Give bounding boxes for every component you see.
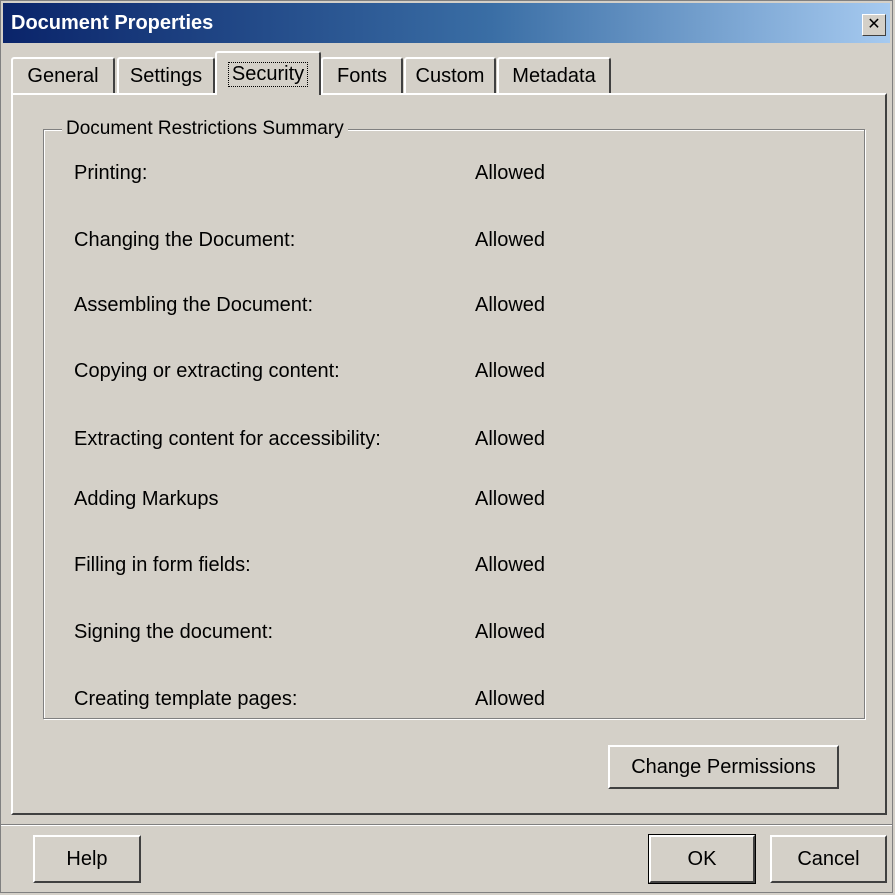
window-title: Document Properties xyxy=(11,11,214,34)
restriction-row-signing: Signing the document: Allowed xyxy=(74,617,834,647)
help-button[interactable]: Help xyxy=(33,835,141,883)
restriction-label: Signing the document: xyxy=(74,620,274,643)
tab-settings[interactable]: Settings xyxy=(117,57,215,93)
tab-general[interactable]: General xyxy=(11,57,115,93)
close-icon: ✕ xyxy=(867,16,881,33)
tab-label: Security xyxy=(227,61,309,87)
restriction-label: Adding Markups xyxy=(74,487,219,510)
tab-label: General xyxy=(27,64,99,87)
tab-fonts[interactable]: Fonts xyxy=(321,57,403,93)
restriction-row-copying: Copying or extracting content: Allowed xyxy=(74,356,834,386)
restriction-value: Allowed xyxy=(475,620,546,643)
change-permissions-button[interactable]: Change Permissions xyxy=(608,745,839,789)
divider xyxy=(1,824,892,826)
restriction-value: Allowed xyxy=(475,359,546,382)
restriction-row-assembling: Assembling the Document: Allowed xyxy=(74,290,834,320)
restriction-label: Printing: xyxy=(74,161,148,184)
restriction-value: Allowed xyxy=(475,293,546,316)
restriction-value: Allowed xyxy=(475,228,546,251)
cancel-button[interactable]: Cancel xyxy=(770,835,887,883)
tab-label: Custom xyxy=(415,64,485,87)
document-properties-dialog: Document Properties ✕ General Settings S… xyxy=(0,0,893,893)
tab-metadata[interactable]: Metadata xyxy=(497,57,611,93)
restriction-value: Allowed xyxy=(475,161,546,184)
restriction-label: Creating template pages: xyxy=(74,687,298,710)
restriction-row-accessibility: Extracting content for accessibility: Al… xyxy=(74,424,834,454)
restriction-label: Copying or extracting content: xyxy=(74,359,340,382)
tab-label: Settings xyxy=(129,64,203,87)
restriction-label: Extracting content for accessibility: xyxy=(74,427,381,450)
restriction-row-templates: Creating template pages: Allowed xyxy=(74,684,834,714)
restriction-value: Allowed xyxy=(475,487,546,510)
security-panel: Document Restrictions Summary Printing: … xyxy=(11,93,887,815)
ok-button[interactable]: OK xyxy=(648,834,756,884)
restrictions-groupbox: Document Restrictions Summary Printing: … xyxy=(43,118,865,719)
close-button[interactable]: ✕ xyxy=(862,14,886,36)
groupbox-title: Document Restrictions Summary xyxy=(62,118,348,140)
tab-security[interactable]: Security xyxy=(215,51,321,95)
title-bar[interactable]: Document Properties ✕ xyxy=(3,3,890,43)
restriction-value: Allowed xyxy=(475,427,546,450)
restriction-row-printing: Printing: Allowed xyxy=(74,158,834,188)
restriction-label: Assembling the Document: xyxy=(74,293,314,316)
tab-label: Metadata xyxy=(512,64,596,87)
restriction-label: Filling in form fields: xyxy=(74,553,251,576)
restriction-row-form-fields: Filling in form fields: Allowed xyxy=(74,550,834,580)
tab-label: Fonts xyxy=(336,64,388,87)
restriction-label: Changing the Document: xyxy=(74,228,296,251)
restriction-value: Allowed xyxy=(475,553,546,576)
tab-custom[interactable]: Custom xyxy=(404,57,496,93)
restriction-row-markups: Adding Markups Allowed xyxy=(74,484,834,514)
restriction-row-changing: Changing the Document: Allowed xyxy=(74,225,834,255)
tab-strip: General Settings Security Fonts Custom M… xyxy=(11,51,882,95)
restriction-value: Allowed xyxy=(475,687,546,710)
